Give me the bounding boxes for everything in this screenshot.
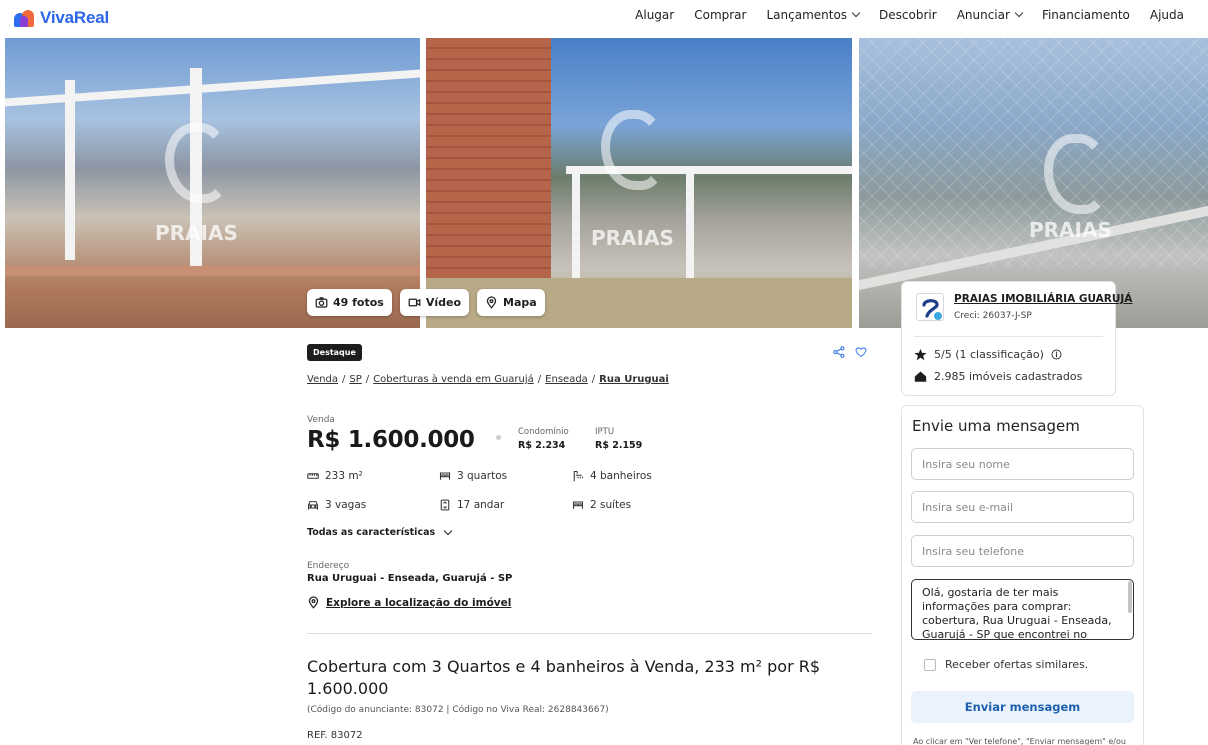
address-text: Rua Uruguai - Enseada, Guarujá - SP — [307, 573, 513, 584]
bed-icon — [439, 472, 451, 480]
gallery-photo-2[interactable]: PRAIAS — [426, 38, 852, 328]
breadcrumb-item[interactable]: Venda — [307, 374, 338, 385]
send-message-button[interactable]: Enviar mensagem — [911, 691, 1134, 723]
breadcrumb-item[interactable]: Coberturas à venda em Guarujá — [373, 374, 534, 385]
agency-card: PRAIAS IMOBILIÁRIA GUARUJÁ Creci: 26037-… — [901, 281, 1132, 396]
listing-actions — [833, 346, 867, 358]
nav-descobrir[interactable]: Descobrir — [879, 8, 937, 22]
agency-logo-icon — [922, 299, 942, 320]
ruler-icon — [307, 473, 319, 479]
agency-creci: Creci: 26037-J-SP — [954, 311, 1032, 321]
elevator-icon — [440, 499, 450, 511]
nav-lancamentos[interactable]: Lançamentos — [766, 8, 861, 22]
map-button[interactable]: Mapa — [477, 289, 545, 316]
photo-watermark: PRAIAS — [591, 226, 674, 250]
listing-title: Cobertura com 3 Quartos e 4 banheiros à … — [307, 657, 821, 698]
home-icon — [914, 371, 927, 382]
chevron-down-icon — [1014, 8, 1024, 18]
nav-financiamento[interactable]: Financiamento — [1042, 8, 1130, 22]
photo-watermark: PRAIAS — [1029, 218, 1112, 242]
message-textarea[interactable]: Olá, gostaria de ter mais informações pa… — [911, 579, 1134, 640]
checkbox-box[interactable] — [924, 658, 936, 671]
location-pin-icon — [308, 596, 319, 609]
highlight-badge: Destaque — [307, 344, 362, 361]
camera-icon — [315, 297, 328, 308]
feature-floor: 17 andar — [439, 499, 504, 511]
listing-ref: REF. 83072 — [307, 730, 363, 741]
video-button[interactable]: Vídeo — [399, 289, 470, 316]
explore-location-link[interactable]: Explore a localização do imóvel — [307, 596, 511, 609]
watermark-logo-icon — [165, 123, 229, 203]
photo-watermark: PRAIAS — [155, 221, 238, 245]
breadcrumb-item[interactable]: Enseada — [545, 374, 588, 385]
vivareal-logo[interactable]: VivaReal — [14, 8, 109, 28]
name-field[interactable] — [911, 448, 1134, 480]
gallery-buttons: 49 fotos Vídeo Mapa — [307, 289, 545, 316]
shower-icon — [573, 470, 584, 482]
brand-name: VivaReal — [40, 8, 109, 27]
nav-comprar[interactable]: Comprar — [694, 8, 746, 22]
car-icon — [307, 501, 319, 510]
agency-logo[interactable] — [916, 293, 944, 321]
divider — [914, 336, 1103, 337]
feature-area: 233 m² — [307, 470, 363, 482]
listing-codes: (Código do anunciante: 83072 | Código no… — [307, 705, 609, 715]
iptu-fee: IPTU R$ 2.159 — [595, 427, 643, 451]
message-form: Envie uma mensagem Olá, gostaria de ter … — [901, 405, 1144, 745]
sale-price: R$ 1.600.000 — [307, 427, 475, 453]
breadcrumb-item[interactable]: SP — [349, 374, 361, 385]
divider — [307, 633, 872, 634]
info-icon[interactable] — [1051, 349, 1062, 360]
main-nav: Alugar Comprar Lançamentos Descobrir Anu… — [615, 0, 1184, 30]
share-icon[interactable] — [833, 346, 845, 358]
feature-bathrooms: 4 banheiros — [572, 470, 652, 482]
star-icon — [914, 348, 927, 361]
logo-mark-icon — [14, 9, 34, 27]
agency-listings[interactable]: 2.985 imóveis cadastrados — [914, 370, 1082, 383]
nav-alugar[interactable]: Alugar — [635, 8, 674, 22]
chevron-down-icon — [851, 8, 861, 18]
site-header: VivaReal Alugar Comprar Lançamentos Desc… — [0, 0, 1208, 36]
condo-fee: Condomínio R$ 2.234 — [518, 427, 569, 451]
nav-ajuda[interactable]: Ajuda — [1150, 8, 1184, 22]
chevron-down-icon — [443, 526, 453, 535]
separator-dot — [496, 435, 501, 440]
agency-rating: 5/5 (1 classificação) — [914, 348, 1062, 361]
address-label: Endereço — [307, 561, 350, 571]
gallery-photo-1[interactable]: PRAIAS — [5, 38, 420, 328]
terms-note: Ao clicar em "Ver telefone", "Enviar men… — [913, 737, 1126, 745]
agency-name[interactable]: PRAIAS IMOBILIÁRIA GUARUJÁ — [954, 293, 1132, 305]
price-label: Venda — [307, 415, 335, 425]
heart-icon[interactable] — [855, 346, 867, 358]
breadcrumb-current[interactable]: Rua Uruguai — [599, 374, 669, 385]
email-field[interactable] — [911, 491, 1134, 523]
form-title: Envie uma mensagem — [912, 417, 1080, 435]
bed-icon — [572, 501, 584, 509]
video-icon — [408, 298, 421, 307]
phone-field[interactable] — [911, 535, 1134, 567]
feature-bedrooms: 3 quartos — [439, 470, 507, 482]
nav-anunciar[interactable]: Anunciar — [957, 8, 1024, 22]
all-features-toggle[interactable]: Todas as características — [307, 526, 453, 538]
feature-parking: 3 vagas — [307, 499, 366, 511]
similar-offers-checkbox[interactable]: Receber ofertas similares. — [924, 658, 1088, 671]
location-pin-icon — [486, 296, 497, 309]
breadcrumb: Venda / SP / Coberturas à venda em Guaru… — [307, 374, 669, 385]
watermark-logo-icon — [601, 110, 665, 190]
textarea-scrollbar[interactable] — [1128, 581, 1132, 613]
photos-button[interactable]: 49 fotos — [307, 289, 392, 316]
feature-suites: 2 suítes — [572, 499, 631, 511]
